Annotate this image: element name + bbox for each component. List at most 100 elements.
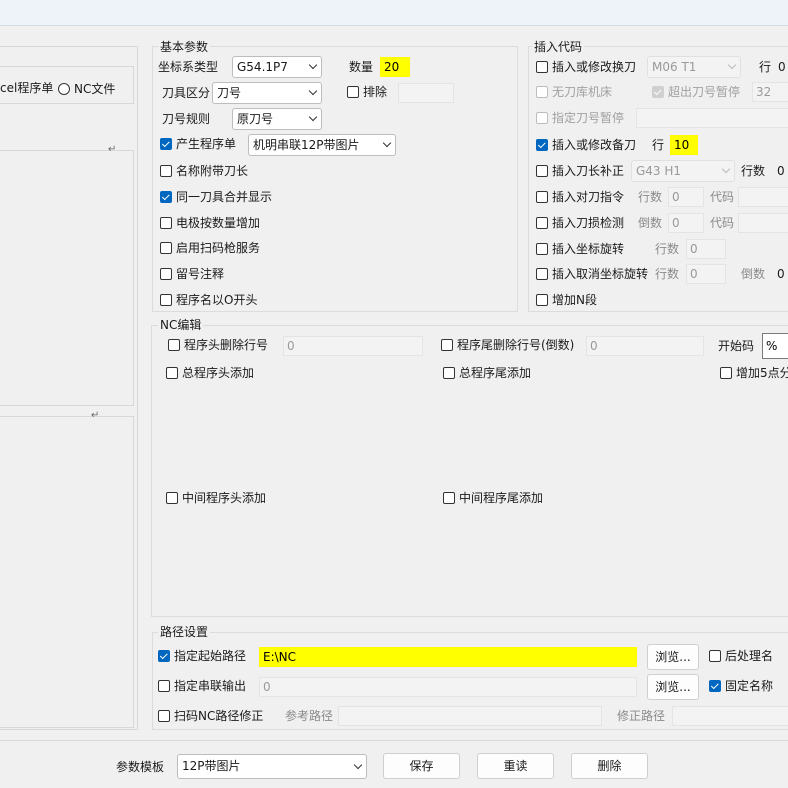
- tool-setting-checkbox[interactable]: 插入对刀指令: [536, 189, 624, 205]
- checkbox-icon: [443, 492, 455, 504]
- wear-reverse-input[interactable]: 0: [668, 213, 704, 233]
- tail-delete-checkbox[interactable]: 程序尾删除行号(倒数): [441, 337, 574, 353]
- over-tool-checkbox[interactable]: 超出刀号暂停: [652, 84, 740, 100]
- coord-rot-lines-input[interactable]: 0: [686, 239, 726, 259]
- post-name-checkbox[interactable]: 后处理名: [709, 648, 773, 664]
- merge-tool-checkbox[interactable]: 同一刀具合并显示: [160, 189, 272, 205]
- wear-code-input[interactable]: [738, 213, 788, 233]
- start-path-input[interactable]: E:\NC: [259, 647, 637, 667]
- row-value[interactable]: 0: [778, 59, 786, 75]
- quantity-input[interactable]: 20: [380, 57, 410, 77]
- mid-head-checkbox[interactable]: 中间程序头添加: [166, 490, 266, 506]
- fixed-name-checkbox[interactable]: 固定名称: [709, 678, 773, 694]
- head-delete-input[interactable]: 0: [283, 336, 423, 356]
- serial-output-input[interactable]: 0: [259, 677, 637, 697]
- checkbox-icon: [347, 86, 359, 98]
- over-tool-input[interactable]: 32: [752, 82, 788, 102]
- mid-tail-checkbox[interactable]: 中间程序尾添加: [443, 490, 543, 506]
- template-select[interactable]: 12P带图片: [177, 754, 367, 779]
- checkbox-icon: [160, 165, 172, 177]
- coord-rot-lines-label: 行数: [655, 242, 680, 256]
- delete-button[interactable]: 删除: [571, 753, 648, 779]
- add-n-label: 增加N段: [552, 293, 597, 307]
- no-magazine-checkbox[interactable]: 无刀库机床: [536, 84, 612, 100]
- total-tail-checkbox[interactable]: 总程序尾添加: [443, 365, 531, 381]
- length-comp-value: G43 H1: [636, 164, 682, 178]
- left-list-bottom[interactable]: [0, 416, 134, 728]
- path-settings-title: 路径设置: [158, 625, 211, 639]
- nc-file-radio[interactable]: NC文件: [58, 80, 115, 97]
- reload-button[interactable]: 重读: [477, 753, 554, 779]
- mid-head-label: 中间程序头添加: [182, 491, 267, 505]
- ref-path-input[interactable]: [338, 706, 602, 726]
- coord-type-select[interactable]: G54.1P7: [232, 56, 322, 78]
- total-head-checkbox[interactable]: 总程序头添加: [166, 365, 254, 381]
- fix-path-label: 修正路径: [617, 709, 666, 723]
- wear-check-label: 插入刀损检测: [552, 216, 625, 230]
- checkbox-icon: [158, 680, 170, 692]
- scan-fix-checkbox[interactable]: 扫码NC路径修正: [158, 708, 263, 724]
- electrode-qty-checkbox[interactable]: 电极按数量增加: [160, 215, 260, 231]
- keep-comment-checkbox[interactable]: 留号注释: [160, 266, 224, 282]
- start-path-label: 指定起始路径: [174, 649, 247, 663]
- cancel-rot-lines-input[interactable]: 0: [686, 264, 726, 284]
- serial-output-checkbox[interactable]: 指定串联输出: [158, 678, 246, 694]
- save-button[interactable]: 保存: [383, 753, 460, 779]
- start-code-input[interactable]: %: [762, 333, 788, 359]
- electrode-qty-label: 电极按数量增加: [176, 216, 261, 230]
- backup-row-input[interactable]: 10: [670, 135, 698, 155]
- tool-setting-lines-input[interactable]: 0: [668, 187, 704, 207]
- length-comp-checkbox[interactable]: 插入刀长补正: [536, 163, 624, 179]
- add-n-checkbox[interactable]: 增加N段: [536, 292, 597, 308]
- wear-check-checkbox[interactable]: 插入刀损检测: [536, 215, 624, 231]
- title-bar: [0, 0, 788, 26]
- pause-tool-input[interactable]: [636, 108, 788, 128]
- gen-program-select[interactable]: 机明串联12P带图片: [248, 134, 396, 156]
- tool-rule-select[interactable]: 原刀号: [232, 108, 322, 130]
- cancel-rot-reverse-value[interactable]: 0: [777, 266, 785, 282]
- scan-gun-checkbox[interactable]: 启用扫码枪服务: [160, 240, 260, 256]
- tail-delete-input[interactable]: 0: [586, 336, 704, 356]
- chevron-down-icon: [308, 60, 318, 70]
- chevron-down-icon: [727, 60, 737, 70]
- head-delete-checkbox[interactable]: 程序头删除行号: [168, 337, 268, 353]
- checkbox-icon: [166, 367, 178, 379]
- checkbox-checked-icon: [709, 680, 721, 692]
- name-o-checkbox[interactable]: 程序名以O开头: [160, 292, 257, 308]
- ref-path-label: 参考路径: [285, 709, 334, 723]
- nc-edit-title: NC编辑: [158, 318, 204, 332]
- insert-code-title: 插入代码: [532, 40, 585, 54]
- pause-tool-checkbox[interactable]: 指定刀号暂停: [536, 110, 624, 126]
- left-list-top[interactable]: [0, 150, 134, 406]
- tool-zone-value: 刀号: [217, 86, 242, 100]
- post-name-label: 后处理名: [725, 649, 774, 663]
- cancel-rot-checkbox[interactable]: 插入取消坐标旋转: [536, 266, 648, 282]
- gen-program-checkbox[interactable]: 产生程序单: [160, 136, 236, 152]
- length-comp-select[interactable]: G43 H1: [631, 160, 735, 182]
- tool-setting-lines-label: 行数: [638, 190, 663, 204]
- browse-button-2[interactable]: 浏览...: [647, 674, 699, 700]
- checkbox-icon: [536, 294, 548, 306]
- start-code-label: 开始码: [718, 339, 755, 353]
- checkbox-icon: [709, 650, 721, 662]
- checkbox-checked-icon: [158, 650, 170, 662]
- tool-setting-code-input[interactable]: [738, 187, 788, 207]
- excel-option-label[interactable]: cel程序单: [0, 80, 53, 96]
- add-5axis-checkbox[interactable]: 增加5点分: [720, 365, 788, 381]
- change-tool-select[interactable]: M06 T1: [647, 56, 741, 78]
- exclude-label: 排除: [363, 85, 388, 99]
- exclude-input[interactable]: [398, 83, 454, 103]
- fix-path-input[interactable]: [672, 706, 788, 726]
- exclude-checkbox[interactable]: 排除: [347, 84, 387, 100]
- start-path-checkbox[interactable]: 指定起始路径: [158, 648, 246, 664]
- lines-value[interactable]: 0: [777, 163, 785, 179]
- backup-tool-checkbox[interactable]: 插入或修改备刀: [536, 137, 636, 153]
- name-length-checkbox[interactable]: 名称附带刀长: [160, 163, 248, 179]
- chevron-down-icon: [308, 86, 318, 96]
- change-tool-checkbox[interactable]: 插入或修改换刀: [536, 59, 636, 75]
- browse-button-1[interactable]: 浏览...: [647, 644, 699, 670]
- tool-zone-select[interactable]: 刀号: [212, 82, 322, 104]
- wear-code-label: 代码: [710, 216, 735, 230]
- coord-rot-checkbox[interactable]: 插入坐标旋转: [536, 241, 624, 257]
- lines-label: 行数: [741, 164, 766, 178]
